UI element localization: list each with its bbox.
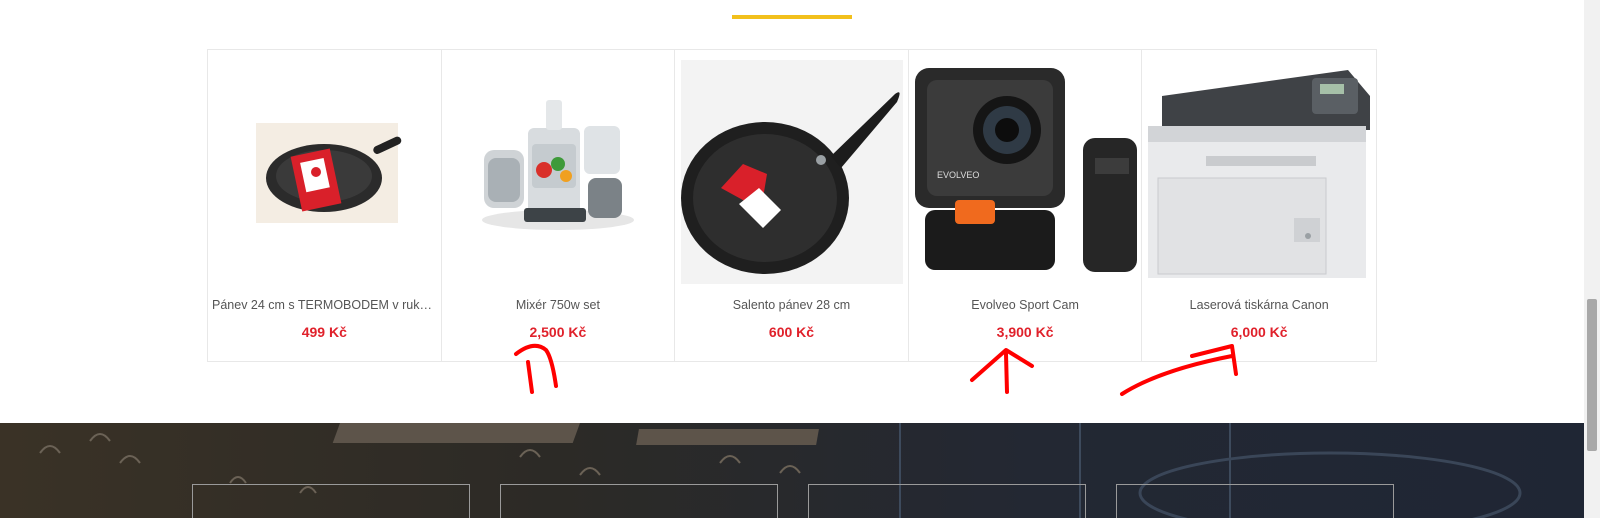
product-price: 499 Kč [301,324,347,340]
product-price: 6,000 Kč [1230,324,1288,340]
brand-label: EVOLVEO [937,170,979,180]
product-card[interactable]: EVOLVEO Evolveo Sport Cam 3,900 Kč [909,50,1143,361]
product-card[interactable]: Mixér 750w set 2,500 Kč [442,50,676,361]
product-image-frying-pan[interactable] [681,60,904,284]
scrollbar-thumb[interactable] [1587,299,1597,451]
feature-box[interactable] [1116,484,1394,518]
product-name[interactable]: Evolveo Sport Cam [913,298,1138,312]
product-image-laser-printer[interactable] [1148,60,1371,284]
section-title-underline [732,15,852,19]
product-name[interactable]: Laserová tiskárna Canon [1146,298,1372,312]
product-name[interactable]: Mixér 750w set [446,298,671,312]
product-card[interactable]: Laserová tiskárna Canon 6,000 Kč [1142,50,1376,361]
product-card[interactable]: Pánev 24 cm s TERMOBODEM v ruko... 499 K… [208,50,442,361]
product-carousel: Pánev 24 cm s TERMOBODEM v ruko... 499 K… [207,49,1377,362]
page-scrollbar[interactable] [1584,0,1600,518]
product-price: 2,500 Kč [529,324,587,340]
product-name[interactable]: Pánev 24 cm s TERMOBODEM v ruko... [212,298,437,312]
store-background-section [0,423,1584,518]
product-image-frying-pan-package[interactable] [214,60,436,284]
feature-box[interactable] [808,484,1086,518]
product-card[interactable]: Salento pánev 28 cm 600 Kč [675,50,909,361]
product-price: 3,900 Kč [996,324,1054,340]
feature-box[interactable] [192,484,470,518]
product-image-food-processor[interactable] [448,60,670,284]
product-name[interactable]: Salento pánev 28 cm [679,298,904,312]
product-image-action-camera[interactable]: EVOLVEO [914,60,1137,284]
product-price: 600 Kč [768,324,815,340]
feature-box[interactable] [500,484,778,518]
